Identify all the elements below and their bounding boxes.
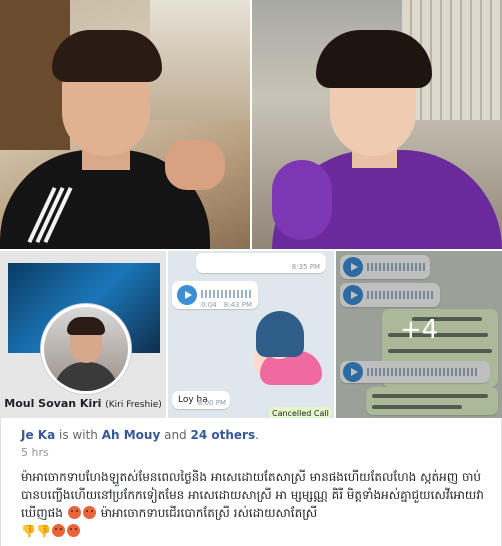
photo-profile-screenshot[interactable]: Moul Sovan Kiri (Kiri Freshie) bbox=[0, 251, 166, 418]
arm bbox=[272, 160, 332, 240]
photo-chat-screenshot-1[interactable]: 8:35 PM 0:04 8:43 PM Loy ha 8:00 PM Canc… bbox=[168, 251, 334, 418]
hand bbox=[165, 140, 225, 190]
hair bbox=[316, 30, 432, 88]
post-text: ម៉ាអាចោកទាបហែងឡួតស់មែនពេលថ្ងៃនិង អាសេដោយ… bbox=[21, 468, 491, 540]
chat-bubble: 8:35 PM bbox=[196, 253, 326, 273]
message-text: Cancelled Call bbox=[272, 409, 329, 418]
audio-time: 8:43 PM bbox=[223, 301, 252, 309]
angry-emoji-icon bbox=[82, 506, 96, 519]
photo-chat-screenshot-2[interactable]: +4 bbox=[336, 251, 502, 418]
background-cafe bbox=[150, 0, 250, 120]
chat-bubble: Cancelled Call bbox=[268, 407, 332, 418]
author-line: Je Ka is with Ah Mouy and 24 others. bbox=[21, 428, 259, 442]
tagged-friend-link[interactable]: Ah Mouy bbox=[102, 428, 161, 442]
thumbs-down-icon: 👎 bbox=[35, 524, 51, 538]
angry-emoji-icon bbox=[67, 506, 81, 519]
hair bbox=[52, 30, 162, 82]
chat-bubble: Loy ha 8:00 PM bbox=[172, 391, 230, 409]
thumbs-down-icon: 👎 bbox=[21, 524, 36, 538]
avatar bbox=[41, 304, 131, 394]
period: . bbox=[255, 428, 259, 442]
angry-emoji-icon bbox=[66, 524, 80, 537]
profile-nickname: (Kiri Freshie) bbox=[105, 400, 162, 410]
waveform bbox=[201, 290, 251, 298]
with-text: is with bbox=[59, 428, 98, 442]
angry-emoji-icon bbox=[51, 524, 65, 537]
more-photos-count[interactable]: +4 bbox=[336, 315, 502, 345]
profile-name-text: Moul Sovan Kiri bbox=[4, 397, 102, 410]
photo-man-purple-shirt[interactable] bbox=[252, 0, 502, 249]
post-content: Je Ka is with Ah Mouy and 24 others. 5 h… bbox=[0, 418, 502, 546]
play-icon bbox=[177, 285, 197, 305]
voice-message: 0:04 8:43 PM bbox=[172, 281, 258, 309]
message-time: 8:35 PM bbox=[291, 263, 320, 271]
post-timestamp[interactable]: 5 hrs bbox=[21, 446, 49, 459]
photo-man-black-jacket[interactable] bbox=[0, 0, 250, 249]
and-text: and bbox=[164, 428, 187, 442]
author-link[interactable]: Je Ka bbox=[21, 428, 55, 442]
others-link[interactable]: 24 others bbox=[191, 428, 256, 442]
audio-duration: 0:04 bbox=[201, 301, 217, 309]
sticker-hair bbox=[256, 311, 304, 357]
message-time: 8:00 PM bbox=[197, 399, 226, 407]
profile-name: Moul Sovan Kiri (Kiri Freshie) bbox=[0, 397, 166, 410]
facebook-post: Moul Sovan Kiri (Kiri Freshie) 8:35 PM 0… bbox=[0, 0, 502, 546]
post-text-part2: ម៉ាអាចោកទាបជើរបោកតែស្រី រស់ដោយសាតែស្រី bbox=[100, 506, 318, 520]
